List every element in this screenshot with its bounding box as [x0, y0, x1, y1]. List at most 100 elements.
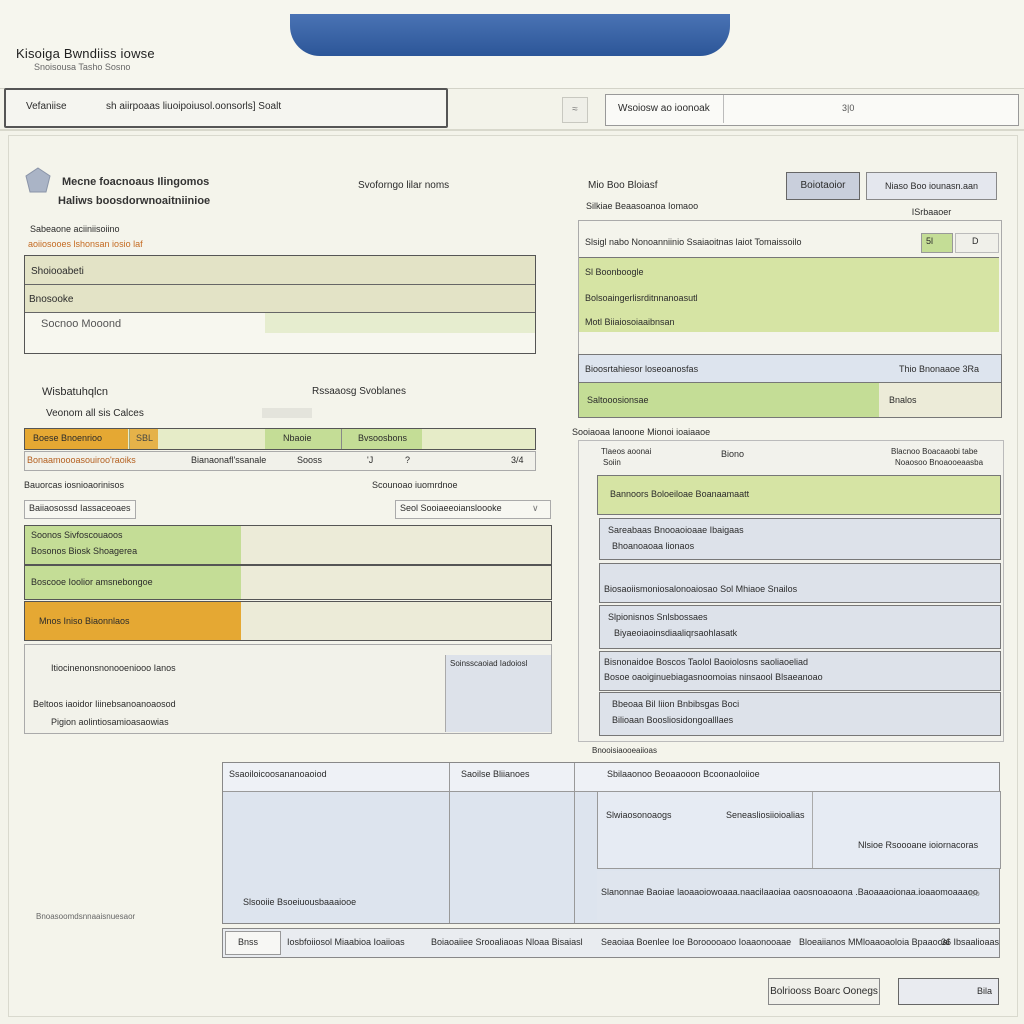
- card-line-2: Bosoe oaoiginuebiagasnoomoias ninsaool B…: [604, 672, 823, 682]
- list-item-label: Sl Boonboogle: [585, 267, 644, 277]
- left-heading-2: Haliws boosdorwnoaitniinioe: [58, 195, 211, 207]
- list-item[interactable]: Soonos Sivfoscouaoos Bosonos Biosk Shoag…: [24, 525, 552, 565]
- status-orange-value: SBL: [129, 429, 158, 449]
- status-lime-2: Bvsoosbons: [341, 429, 422, 449]
- list-item-label: Soonos Sivfoscouaoos: [31, 530, 123, 540]
- list-item-label: Boscooe Ioolior amsnebongoe: [31, 577, 153, 587]
- right-heading: Mio Boo Bloiasf: [588, 180, 658, 191]
- list-item[interactable]: Mnos Iniso Biaonnlaos: [24, 601, 552, 641]
- left-list-box: Shoiooabeti Bnosooke Socnoo Mooond: [24, 255, 536, 354]
- right-list-top-badge-2[interactable]: D: [955, 233, 999, 253]
- center-heading: Svoforngo lilar noms: [358, 180, 450, 191]
- right-subheading: Silkiae Beaasoanoa Iomaoo: [586, 201, 699, 211]
- table-inner-divider: [812, 792, 813, 868]
- tab-2[interactable]: Iosbfoiiosol Miaabioa Ioaiioas: [287, 937, 405, 947]
- list-item-label: Mnos Iniso Biaonnlaos: [39, 616, 130, 626]
- search-bar[interactable]: Wsoiosw ao ioonoak 3|0: [605, 94, 1019, 126]
- right-green-row[interactable]: Saltooosionsae Bnalos: [578, 382, 1002, 418]
- table-row-b[interactable]: Seneasliosiioioalias: [726, 810, 805, 820]
- cancel-button-label: Bila: [977, 986, 993, 996]
- status-lime-1-label: Nbaoie: [283, 433, 312, 443]
- right-blue-row-value: Thio Bnonaaoe 3Ra: [899, 364, 980, 374]
- list-item[interactable]: Socnoo Mooond: [25, 313, 535, 333]
- path-value[interactable]: sh aiirpoaas liuoipoiusol.oonsorls] Soal…: [106, 101, 281, 112]
- section-2-label: Veonom all sis Calces: [46, 408, 144, 419]
- list-item-highlight: [265, 313, 535, 333]
- card[interactable]: Bbeoaa Bil Iiion Bnbibsgas Boci Bilioaan…: [599, 692, 1001, 736]
- card-line-2: Bilioaan Boosliosidongoalllaes: [612, 715, 734, 725]
- section-3-title: Bauorcas iosnioaorinisos: [24, 480, 125, 490]
- tab-5[interactable]: Bloeaiianos MMloaaoaoloia Bpaaooal: [799, 937, 950, 947]
- card-line-1: Bisnonaidoe Boscos Taolol Baoiolosns sao…: [604, 657, 808, 667]
- list-item[interactable]: Boscooe Ioolior amsnebongoe: [24, 565, 552, 600]
- right-col-3b: Noaosoo Bnoaooeaasba: [895, 458, 984, 467]
- table-header-col-2: Saoilse Bliianoes: [461, 769, 530, 779]
- table-header-col-3: Sbilaaonoo Beoaaooon Bcoonaoloiioe: [607, 769, 760, 779]
- right-list-top-badge-text: 5l: [926, 236, 934, 246]
- right-section-title: Sooiaoaa lanoone Mionoi ioaiaaoe: [572, 427, 711, 437]
- list-item[interactable]: Sl Boonboogle: [579, 257, 999, 287]
- header-banner: [290, 14, 730, 56]
- primary-button[interactable]: Boiotaoior: [786, 172, 860, 200]
- status-orange-value-text: SBL: [136, 433, 154, 443]
- table-divider: [574, 763, 575, 923]
- list-item-sublabel: Bosonos Biosk Shoagerea: [31, 546, 138, 556]
- cancel-button[interactable]: Bila: [898, 978, 999, 1005]
- list-item[interactable]: Motl Biiaiosoiaaibnsan: [579, 312, 999, 332]
- left-footer-line-1: Itiocinenonsnonooeniooo Ianos: [51, 663, 176, 673]
- list-item-label: Motl Biiaiosoiaaibnsan: [585, 317, 675, 327]
- divider: [0, 129, 1024, 131]
- card[interactable]: Bisnonaidoe Boscos Taolol Baoiolosns sao…: [599, 651, 1001, 691]
- tab-4[interactable]: Seaoiaa Boenlee Ioe Borooooaoo Ioaaonooa…: [601, 937, 791, 947]
- tab-1[interactable]: Bnss: [225, 931, 281, 955]
- list-item[interactable]: Shoiooabeti: [25, 256, 535, 285]
- right-list-top-badge-2-text: D: [972, 236, 979, 246]
- left-footer-box: Itiocinenonsnonooeniooo Ianos Beltoos ia…: [24, 644, 552, 734]
- filter-icon[interactable]: ≈: [562, 97, 588, 123]
- left-filter-input[interactable]: Baiiaosossd Iassaceoaes: [24, 500, 136, 519]
- left-footer-line-3: Pigion aolintiosamioasaowias: [51, 717, 169, 727]
- right-col-1b: Soiin: [603, 458, 621, 467]
- highlight-card[interactable]: Bannoors Boloeiloae Boanaamaatt: [597, 475, 1001, 515]
- left-sub-label-2: aoiiosooes lshonsan iosio laf: [28, 239, 143, 249]
- status-row-2-val2: ?: [405, 455, 411, 465]
- left-footer-preview-label: Soinsscaoiad Iadoiosl: [450, 659, 528, 668]
- right-filter-input[interactable]: Seol Sooiaeeoiansloooke ∨: [395, 500, 551, 519]
- status-row-2[interactable]: Bonaamoooasouiroo'raoiks Bianaonafl'ssan…: [24, 451, 536, 471]
- right-blue-row[interactable]: Bioosrtahiesor loseoanosfas Thio Bnonaao…: [578, 354, 1002, 384]
- tab-6[interactable]: 36 Ibsaalioaas: [941, 937, 999, 947]
- tab-3[interactable]: Boiaoaiiee Srooaliaoas Nloaa Bisaiasl: [431, 937, 583, 947]
- right-col-1a: Tlaeos aoonai: [601, 447, 652, 456]
- right-filter-input-value: Seol Sooiaeeoiansloooke: [400, 503, 502, 513]
- search-segment[interactable]: Wsoiosw ao ioonoak: [606, 95, 724, 123]
- table-inner-box: Slwiaosonoaogs Seneasliosiioioalias Nlsi…: [597, 791, 1001, 869]
- list-item[interactable]: Bolsoaingerlisrditnnanoasutl: [579, 285, 999, 313]
- right-green-row-value: Bnalos: [889, 395, 917, 405]
- chevron-down-icon[interactable]: ∨: [532, 503, 539, 514]
- list-item[interactable]: Bnosooke: [25, 285, 535, 313]
- card[interactable]: Slpionisnos Snlsbossaes Biyaeoiaoinsdiaa…: [599, 605, 1001, 649]
- card[interactable]: Sareabaas Bnooaoioaae Ibaigaas Bhoanoaoa…: [599, 518, 1001, 560]
- status-row[interactable]: Boese Bnoenrioo SBL Nbaoie Bvsoosbons: [24, 428, 536, 450]
- right-footer-title: Bnooisiaooeaiioas: [592, 746, 657, 755]
- table-status-area: Slanonnae Baoiae laoaaoiowoaaa.naacilaao…: [597, 871, 999, 921]
- list-item-label: Shoiooabeti: [31, 266, 84, 277]
- app-subtitle: Snoisousa Tasho Sosno: [34, 62, 131, 72]
- table-right-note: Nlsioe Rsoooane ioiornacoras: [858, 840, 979, 850]
- table-status-line-right: loo: [969, 889, 980, 898]
- confirm-button[interactable]: Bolriooss Boarc Oonegs: [768, 978, 880, 1005]
- right-list-top-badge[interactable]: 5l: [921, 233, 953, 253]
- status-row-2-val1: 'J: [367, 455, 374, 465]
- secondary-button[interactable]: Niaso Boo iounasn.aan ISrbaaoer: [866, 172, 997, 217]
- status-row-2-val3: 3/4: [511, 455, 524, 465]
- table-row-a[interactable]: Slwiaosonoaogs: [606, 810, 672, 820]
- left-footer-preview: Soinsscaoiad Iadoiosl: [445, 655, 551, 732]
- path-bar[interactable]: Vefaniise sh aiirpoaas liuoipoiusol.oons…: [4, 88, 448, 128]
- card-line-1: Bbeoaa Bil Iiion Bnbibsgas Boci: [612, 699, 740, 709]
- card-line-1: Biosaoiismoniosalonoaiosao Sol Mhiaoe Sn…: [604, 584, 798, 594]
- right-col-3a: Blacnoo Boacaaobi tabe: [891, 447, 978, 456]
- status-row-2-mid: Bianaonafl'ssanale: [191, 455, 267, 465]
- list-item-label: Bolsoaingerlisrditnnanoasutl: [585, 293, 698, 303]
- card[interactable]: Biosaoiismoniosalonoaiosao Sol Mhiaoe Sn…: [599, 563, 1001, 603]
- card-line-1: Sareabaas Bnooaoioaae Ibaigaas: [608, 525, 744, 535]
